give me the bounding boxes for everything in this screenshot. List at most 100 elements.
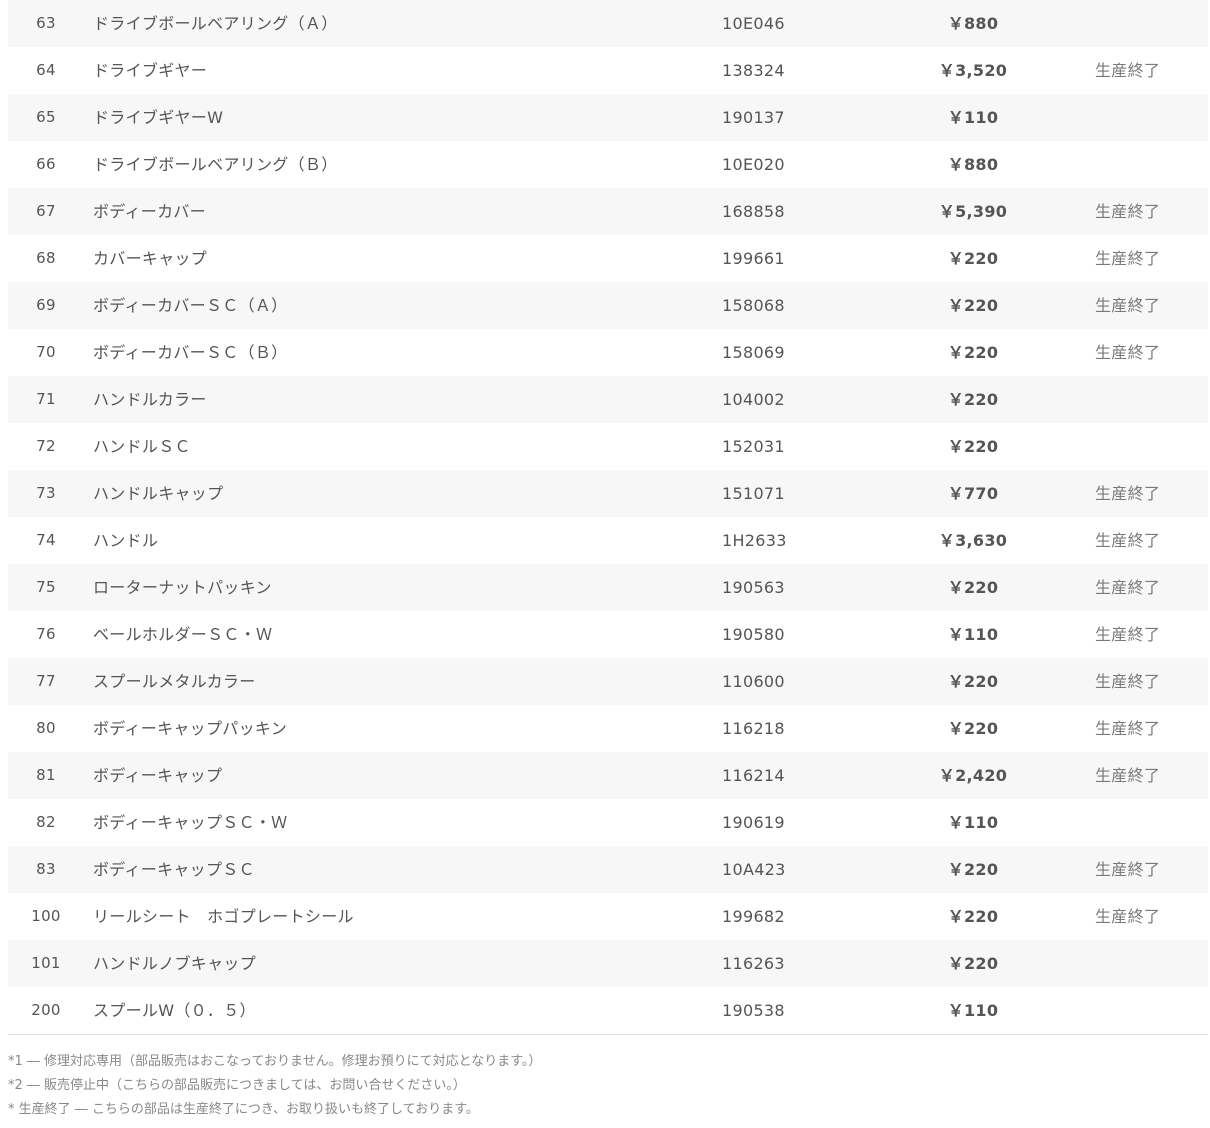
part-status: 生産終了 [1095, 860, 1161, 879]
table-row: 75 ローターナットパッキン 190563 ￥220 生産終了 [8, 564, 1208, 611]
part-price: ￥220 [947, 672, 999, 691]
part-name: ローターナットパッキン [93, 578, 272, 597]
part-code: 158068 [722, 296, 785, 315]
part-number: 82 [36, 813, 56, 831]
part-status: 生産終了 [1095, 249, 1161, 268]
part-name: ハンドルＳＣ [93, 437, 191, 456]
part-price: ￥220 [947, 437, 999, 456]
part-price: ￥220 [947, 296, 999, 315]
part-status: 生産終了 [1095, 625, 1161, 644]
part-code: 138324 [722, 61, 785, 80]
part-code: 199661 [722, 249, 785, 268]
part-price: ￥220 [947, 578, 999, 597]
part-code: 190137 [722, 108, 785, 127]
table-row: 76 ベールホルダーＳＣ・Ｗ 190580 ￥110 生産終了 [8, 611, 1208, 658]
part-number: 74 [36, 531, 56, 549]
footnote-sales-suspended: *2 ― 販売停止中（こちらの部品販売につきましては、お問い合せください。） [8, 1078, 466, 1093]
part-number: 75 [36, 578, 56, 596]
part-status: 生産終了 [1095, 484, 1161, 503]
parts-price-table: 63 ドライブボールベアリング（Ａ） 10E046 ￥880 64 ドライブギヤ… [8, 0, 1208, 1034]
part-price: ￥220 [947, 954, 999, 973]
part-price: ￥3,630 [938, 531, 1008, 550]
part-number: 72 [36, 437, 56, 455]
part-name: ボディーカバー [93, 202, 206, 221]
part-status: 生産終了 [1095, 719, 1161, 738]
part-name: ハンドル [93, 531, 159, 550]
part-status: 生産終了 [1095, 343, 1161, 362]
part-code: 10E020 [722, 155, 785, 174]
part-code: 190538 [722, 1001, 785, 1020]
part-name: リールシート ホゴプレートシール [93, 907, 354, 926]
part-code: 10E046 [722, 14, 785, 33]
table-row: 72 ハンドルＳＣ 152031 ￥220 [8, 423, 1208, 470]
part-price: ￥880 [947, 155, 999, 174]
part-number: 76 [36, 625, 56, 643]
part-number: 200 [31, 1001, 61, 1019]
table-row: 66 ドライブボールベアリング（Ｂ） 10E020 ￥880 [8, 141, 1208, 188]
table-row: 70 ボディーカバーＳＣ（Ｂ） 158069 ￥220 生産終了 [8, 329, 1208, 376]
part-price: ￥220 [947, 860, 999, 879]
part-name: ドライブギヤー [93, 61, 208, 80]
part-status: 生産終了 [1095, 531, 1161, 550]
part-name: ボディーカバーＳＣ（Ａ） [93, 296, 288, 315]
part-status: 生産終了 [1095, 578, 1161, 597]
part-price: ￥220 [947, 907, 999, 926]
part-number: 73 [36, 484, 56, 502]
table-row: 65 ドライブギヤーW 190137 ￥110 [8, 94, 1208, 141]
table-row: 82 ボディーキャップＳＣ・Ｗ 190619 ￥110 [8, 799, 1208, 846]
part-number: 65 [36, 108, 56, 126]
part-code: 116263 [722, 954, 785, 973]
table-row: 71 ハンドルカラー 104002 ￥220 [8, 376, 1208, 423]
part-name: ドライブボールベアリング（Ｂ） [93, 155, 338, 174]
part-number: 69 [36, 296, 56, 314]
table-row: 73 ハンドルキャップ 151071 ￥770 生産終了 [8, 470, 1208, 517]
part-code: 116214 [722, 766, 785, 785]
part-name: ボディーキャップ [93, 766, 223, 785]
part-number: 68 [36, 249, 56, 267]
part-name: ボディーキャップＳＣ・Ｗ [93, 813, 288, 832]
part-status: 生産終了 [1095, 907, 1161, 926]
part-price: ￥2,420 [938, 766, 1008, 785]
part-status: 生産終了 [1095, 202, 1161, 221]
part-name: ボディーカバーＳＣ（Ｂ） [93, 343, 288, 362]
part-price: ￥220 [947, 390, 999, 409]
part-name: ボディーキャップパッキン [93, 719, 288, 738]
table-row: 101 ハンドルノブキャップ 116263 ￥220 [8, 940, 1208, 987]
footnote-repair-only: *1 ― 修理対応専用（部品販売はおこなっておりません。修理お預りにて対応となり… [8, 1054, 542, 1069]
table-row: 77 スプールメタルカラー 110600 ￥220 生産終了 [8, 658, 1208, 705]
table-row: 81 ボディーキャップ 116214 ￥2,420 生産終了 [8, 752, 1208, 799]
table-row: 67 ボディーカバー 168858 ￥5,390 生産終了 [8, 188, 1208, 235]
table-row: 100 リールシート ホゴプレートシール 199682 ￥220 生産終了 [8, 893, 1208, 940]
part-number: 64 [36, 61, 56, 79]
part-price: ￥110 [947, 1001, 999, 1020]
part-code: 190619 [722, 813, 785, 832]
part-price: ￥3,520 [938, 61, 1008, 80]
table-row: 80 ボディーキャップパッキン 116218 ￥220 生産終了 [8, 705, 1208, 752]
part-name: カバーキャップ [93, 249, 208, 268]
table-divider [8, 1034, 1208, 1035]
part-price: ￥110 [947, 625, 999, 644]
part-name: ハンドルノブキャップ [93, 954, 257, 973]
part-name: ドライブギヤーW [93, 108, 224, 127]
part-code: 158069 [722, 343, 785, 362]
part-code: 110600 [722, 672, 785, 691]
part-name: ハンドルキャップ [93, 484, 224, 503]
part-price: ￥770 [947, 484, 999, 503]
table-row: 83 ボディーキャップＳＣ 10A423 ￥220 生産終了 [8, 846, 1208, 893]
table-row: 68 カバーキャップ 199661 ￥220 生産終了 [8, 235, 1208, 282]
part-number: 83 [36, 860, 56, 878]
part-name: ボディーキャップＳＣ [93, 860, 255, 879]
part-price: ￥220 [947, 343, 999, 362]
part-status: 生産終了 [1095, 672, 1161, 691]
part-name: ハンドルカラー [93, 390, 207, 409]
part-number: 80 [36, 719, 56, 737]
part-number: 81 [36, 766, 56, 784]
part-number: 77 [36, 672, 56, 690]
part-name: スプールW（０．５） [93, 1001, 256, 1020]
part-number: 67 [36, 202, 56, 220]
part-price: ￥220 [947, 249, 999, 268]
table-row: 74 ハンドル 1H2633 ￥3,630 生産終了 [8, 517, 1208, 564]
part-code: 190580 [722, 625, 785, 644]
part-name: スプールメタルカラー [93, 672, 256, 691]
part-number: 101 [31, 954, 61, 972]
